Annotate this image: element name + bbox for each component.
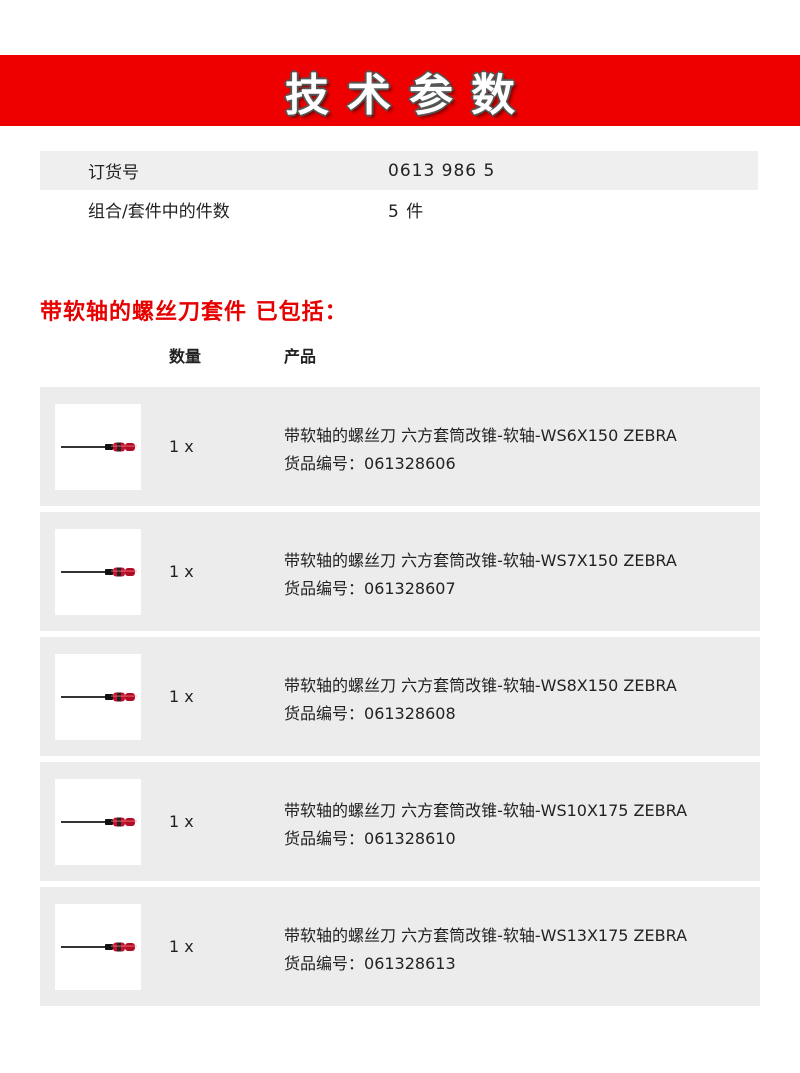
item-quantity: 1 x — [169, 687, 194, 706]
spec-table: 订货号 0613 986 5 组合/套件中的件数 5 件 — [40, 151, 758, 229]
product-info: 带软轴的螺丝刀 六方套筒改锥-软轴-WS8X150 ZEBRA 货品编号：061… — [284, 672, 677, 728]
product-name[interactable]: 带软轴的螺丝刀 六方套筒改锥-软轴-WS8X150 ZEBRA — [284, 672, 677, 700]
product-code-label: 货品编号： — [284, 704, 365, 723]
screwdriver-icon — [61, 567, 137, 577]
product-code-row: 货品编号：061328608 — [284, 700, 677, 728]
product-code: 061328608 — [364, 704, 456, 723]
product-code-row: 货品编号：061328613 — [284, 950, 687, 978]
product-code-row: 货品编号：061328610 — [284, 825, 687, 853]
product-image — [55, 404, 141, 490]
list-item: 1 x 带软轴的螺丝刀 六方套筒改锥-软轴-WS8X150 ZEBRA 货品编号… — [40, 637, 760, 756]
product-header: 产品 — [284, 347, 317, 366]
screwdriver-icon — [61, 692, 137, 702]
product-code-label: 货品编号： — [284, 954, 365, 973]
section-title: 带软轴的螺丝刀套件 已包括： — [40, 300, 348, 325]
product-name[interactable]: 带软轴的螺丝刀 六方套筒改锥-软轴-WS7X150 ZEBRA — [284, 547, 677, 575]
product-name[interactable]: 带软轴的螺丝刀 六方套筒改锥-软轴-WS6X150 ZEBRA — [284, 422, 677, 450]
product-code-label: 货品编号： — [284, 454, 365, 473]
product-code: 061328613 — [364, 954, 456, 973]
item-quantity: 1 x — [169, 437, 194, 456]
spec-row-piece-count: 组合/套件中的件数 5 件 — [40, 190, 758, 229]
list-item: 1 x 带软轴的螺丝刀 六方套筒改锥-软轴-WS13X175 ZEBRA 货品编… — [40, 887, 760, 1006]
product-name[interactable]: 带软轴的螺丝刀 六方套筒改锥-软轴-WS13X175 ZEBRA — [284, 922, 687, 950]
item-quantity: 1 x — [169, 937, 194, 956]
spec-value: 0613 986 5 — [388, 160, 496, 181]
product-code: 061328606 — [364, 454, 456, 473]
item-quantity: 1 x — [169, 812, 194, 831]
product-info: 带软轴的螺丝刀 六方套筒改锥-软轴-WS10X175 ZEBRA 货品编号：06… — [284, 797, 687, 853]
product-image — [55, 904, 141, 990]
screwdriver-icon — [61, 817, 137, 827]
product-image — [55, 779, 141, 865]
item-list: 1 x 带软轴的螺丝刀 六方套筒改锥-软轴-WS6X150 ZEBRA 货品编号… — [40, 387, 760, 1012]
column-headers: 数量 产品 — [0, 343, 800, 369]
product-info: 带软轴的螺丝刀 六方套筒改锥-软轴-WS7X150 ZEBRA 货品编号：061… — [284, 547, 677, 603]
product-info: 带软轴的螺丝刀 六方套筒改锥-软轴-WS6X150 ZEBRA 货品编号：061… — [284, 422, 677, 478]
product-image — [55, 654, 141, 740]
banner-title: 技术参数 — [285, 69, 533, 121]
product-info: 带软轴的螺丝刀 六方套筒改锥-软轴-WS13X175 ZEBRA 货品编号：06… — [284, 922, 687, 978]
product-name[interactable]: 带软轴的螺丝刀 六方套筒改锥-软轴-WS10X175 ZEBRA — [284, 797, 687, 825]
spec-label: 组合/套件中的件数 — [88, 202, 230, 222]
list-item: 1 x 带软轴的螺丝刀 六方套筒改锥-软轴-WS7X150 ZEBRA 货品编号… — [40, 512, 760, 631]
spec-value: 5 件 — [388, 202, 425, 222]
qty-header: 数量 — [169, 347, 202, 366]
product-code-label: 货品编号： — [284, 829, 365, 848]
product-code: 061328610 — [364, 829, 456, 848]
spec-row-order-number: 订货号 0613 986 5 — [40, 151, 758, 190]
list-item: 1 x 带软轴的螺丝刀 六方套筒改锥-软轴-WS10X175 ZEBRA 货品编… — [40, 762, 760, 881]
product-code-label: 货品编号： — [284, 579, 365, 598]
spec-label: 订货号 — [88, 163, 139, 183]
product-code-row: 货品编号：061328607 — [284, 575, 677, 603]
title-banner: 技术参数 — [0, 55, 800, 126]
screwdriver-icon — [61, 442, 137, 452]
screwdriver-icon — [61, 942, 137, 952]
product-image — [55, 529, 141, 615]
product-code: 061328607 — [364, 579, 456, 598]
product-code-row: 货品编号：061328606 — [284, 450, 677, 478]
item-quantity: 1 x — [169, 562, 194, 581]
list-item: 1 x 带软轴的螺丝刀 六方套筒改锥-软轴-WS6X150 ZEBRA 货品编号… — [40, 387, 760, 506]
